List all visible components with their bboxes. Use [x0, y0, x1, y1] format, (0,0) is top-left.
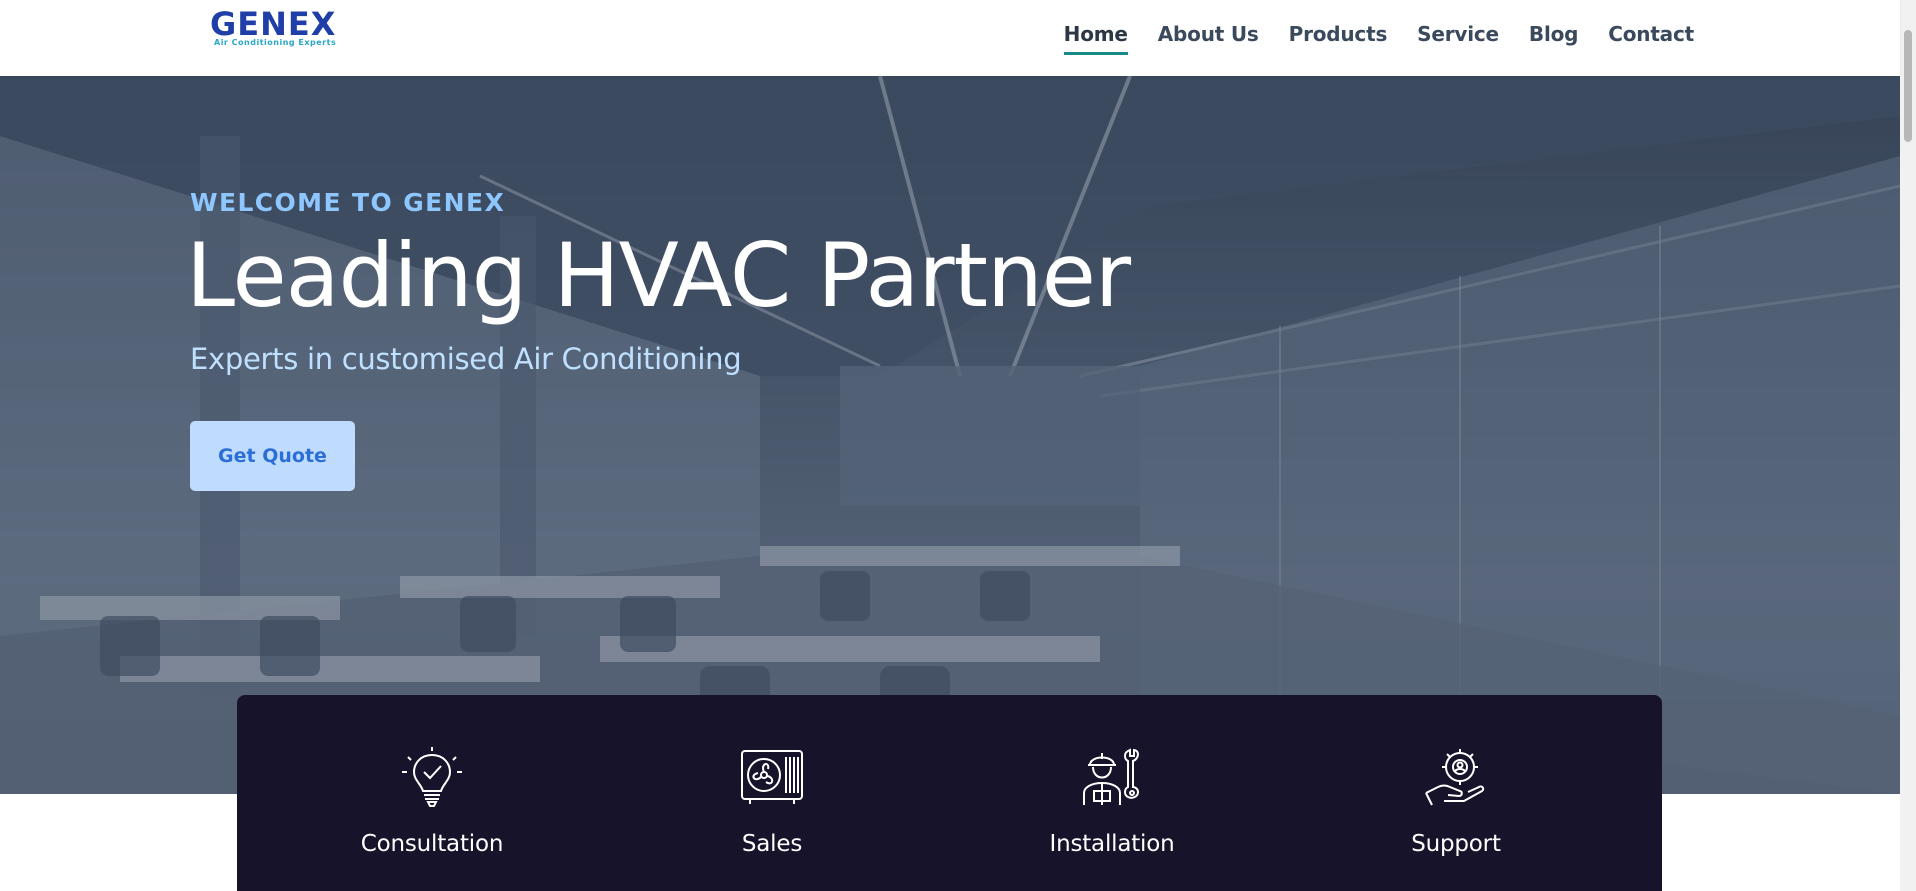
logo-wordmark: GENEX [210, 5, 337, 43]
service-label-sales: Sales [741, 831, 803, 857]
service-installation[interactable]: Installation [987, 695, 1237, 891]
nav-service[interactable]: Service [1417, 22, 1499, 55]
service-support[interactable]: Support [1331, 695, 1581, 891]
nav-products[interactable]: Products [1289, 22, 1388, 55]
nav-home[interactable]: Home [1063, 22, 1128, 55]
nav-blog[interactable]: Blog [1529, 22, 1579, 55]
nav-contact[interactable]: Contact [1608, 22, 1694, 55]
services-panel: Consultation Sales Installation Support [237, 695, 1662, 891]
get-quote-button[interactable]: Get Quote [190, 421, 355, 491]
hero-section: WELCOME TO GENEX Leading HVAC Partner Ex… [0, 76, 1900, 794]
service-label-support: Support [1411, 831, 1501, 857]
scrollbar-thumb[interactable] [1904, 30, 1912, 142]
nav-about-us[interactable]: About Us [1158, 22, 1259, 55]
lightbulb-check-icon [402, 747, 462, 807]
logo-tagline: Air Conditioning Experts [214, 38, 337, 47]
service-label-consultation: Consultation [360, 831, 504, 857]
service-consultation[interactable]: Consultation [307, 695, 557, 891]
ac-unit-icon [741, 750, 803, 804]
service-sales[interactable]: Sales [647, 695, 897, 891]
hero-subheadline: Experts in customised Air Conditioning [190, 342, 742, 376]
service-label-installation: Installation [1049, 831, 1175, 857]
hero-eyebrow: WELCOME TO GENEX [190, 188, 506, 217]
main-navigation: Home About Us Products Service Blog Cont… [1063, 22, 1694, 55]
site-header: GENEX Air Conditioning Experts Home Abou… [0, 0, 1900, 76]
genex-logo[interactable]: GENEX Air Conditioning Experts [210, 8, 336, 50]
gear-hand-support-icon [1425, 749, 1485, 806]
hero-headline: Leading HVAC Partner [186, 224, 1131, 327]
technician-wrench-icon [1083, 748, 1140, 805]
page-scrollbar[interactable] [1900, 0, 1916, 891]
